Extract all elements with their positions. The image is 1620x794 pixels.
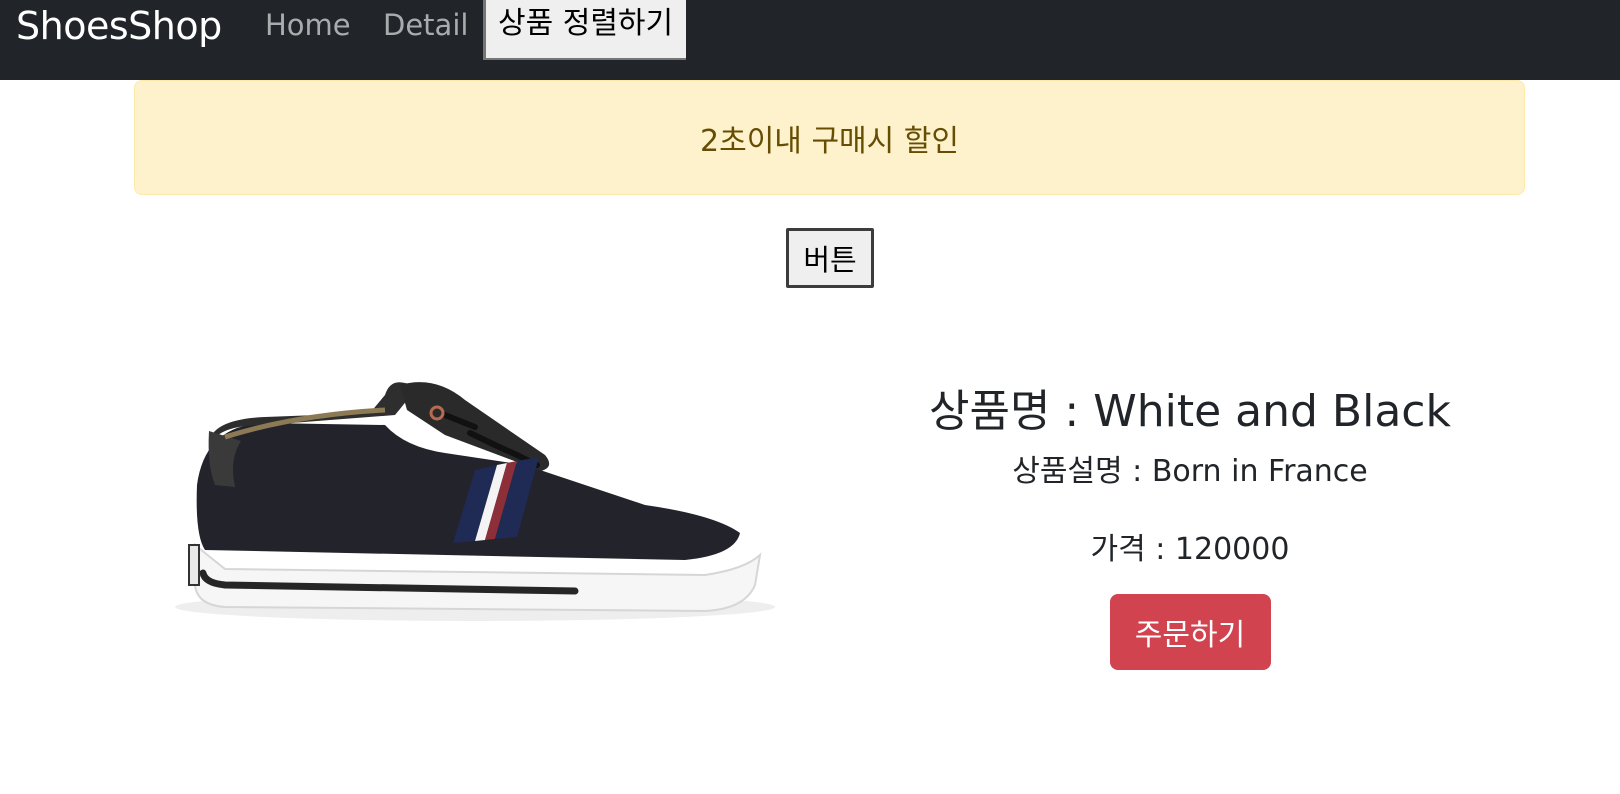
- sort-products-button[interactable]: 상품 정렬하기: [483, 0, 686, 60]
- navbar: ShoesShop Home Detail 상품 정렬하기: [0, 0, 1620, 80]
- product-price: 가격 : 120000: [1090, 532, 1290, 567]
- discount-alert: 2초이내 구매시 할인: [134, 80, 1525, 195]
- order-button[interactable]: 주문하기: [1109, 594, 1271, 670]
- plain-button[interactable]: 버튼: [786, 228, 874, 288]
- product-info: 상품명 : White and Black 상품설명 : Born in Fra…: [900, 380, 1480, 670]
- nav-link-home[interactable]: Home: [265, 6, 351, 44]
- product-name: 상품명 : White and Black: [929, 386, 1451, 437]
- alert-text: 2초이내 구매시 할인: [700, 123, 959, 159]
- sneaker-image: [175, 382, 775, 621]
- nav-link-detail[interactable]: Detail: [383, 6, 468, 44]
- product-description: 상품설명 : Born in France: [1012, 454, 1368, 489]
- brand-logo[interactable]: ShoesShop: [16, 4, 222, 48]
